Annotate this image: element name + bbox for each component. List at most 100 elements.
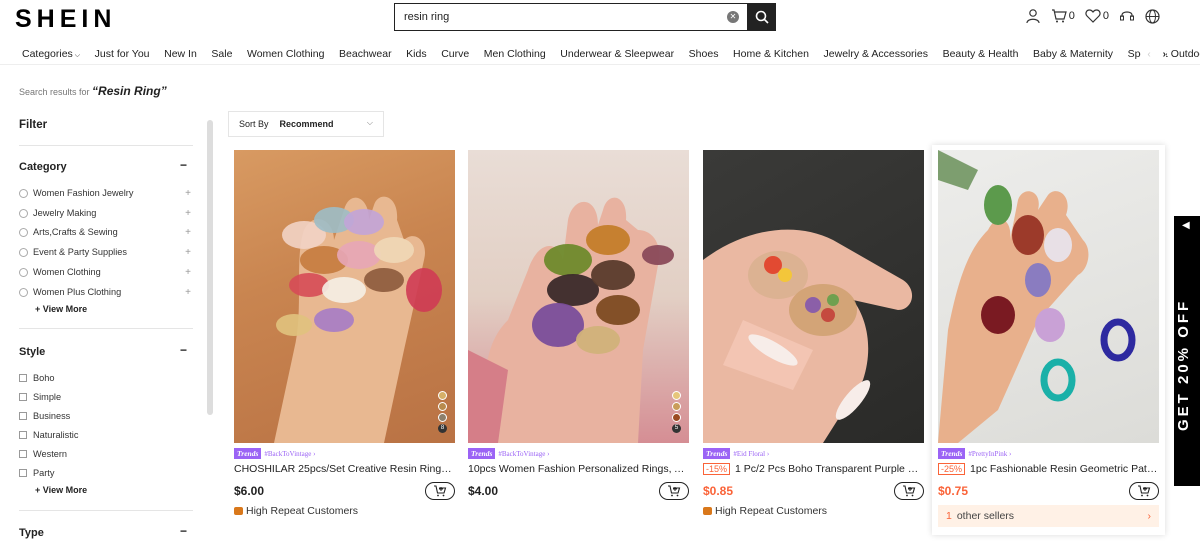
nav-next-icon[interactable]: › <box>1163 49 1166 60</box>
sidebar-scrollbar[interactable] <box>207 120 213 415</box>
swatch[interactable] <box>672 402 681 411</box>
style-filter-item[interactable]: Simple <box>19 390 191 404</box>
nav-item[interactable]: Jewelry & Accessories <box>824 48 928 60</box>
checkbox[interactable] <box>19 469 27 477</box>
product-image[interactable] <box>938 150 1159 443</box>
checkbox[interactable] <box>19 374 27 382</box>
nav-item[interactable]: Underwear & Sleepwear <box>560 48 674 60</box>
support-icon[interactable] <box>1119 9 1135 23</box>
radio-button[interactable] <box>19 208 28 218</box>
checkbox[interactable] <box>19 412 27 420</box>
style-collapse-icon[interactable]: − <box>180 343 187 357</box>
product-title[interactable]: 10pcs Women Fashion Personalized Rings, … <box>468 463 689 475</box>
radio-button[interactable] <box>19 267 28 277</box>
style-filter-item[interactable]: Naturalistic <box>19 428 191 442</box>
product-image[interactable]: 8 <box>234 150 455 443</box>
search-bar[interactable]: resin ring ✕ <box>394 3 776 31</box>
swatch[interactable] <box>672 413 681 422</box>
style-title[interactable]: Style <box>19 346 45 358</box>
color-swatches[interactable]: 5 <box>672 391 681 433</box>
trend-row[interactable]: Trends #Eid Floral › <box>703 447 924 460</box>
add-to-cart-button[interactable] <box>1129 482 1159 500</box>
nav-item[interactable]: New In <box>164 48 197 60</box>
swatch[interactable] <box>438 413 447 422</box>
trend-row[interactable]: Trends #BackToVintage › <box>234 447 455 460</box>
category-filter-item[interactable]: Arts,Crafts & Sewing + <box>19 225 191 239</box>
expand-plus-icon[interactable]: + <box>185 267 191 278</box>
product-card[interactable]: 8 Trends #BackToVintage › CHOSHILAR 25pc… <box>234 150 455 517</box>
category-filter-item[interactable]: Event & Party Supplies + <box>19 245 191 259</box>
nav-item[interactable]: Men Clothing <box>484 48 546 60</box>
type-title[interactable]: Type <box>19 527 44 539</box>
expand-plus-icon[interactable]: + <box>185 247 191 258</box>
style-filter-item[interactable]: Business <box>19 409 191 423</box>
search-input[interactable]: resin ring <box>395 11 727 23</box>
nav-item[interactable]: Home & Kitchen <box>733 48 809 60</box>
trend-row[interactable]: Trends #PrettyInPink › <box>938 447 1159 460</box>
trend-row[interactable]: Trends #BackToVintage › <box>468 447 689 460</box>
cart-icon[interactable]: 0 <box>1051 9 1075 23</box>
style-filter-item[interactable]: Boho <box>19 371 191 385</box>
expand-plus-icon[interactable]: + <box>185 208 191 219</box>
radio-button[interactable] <box>19 188 28 198</box>
expand-plus-icon[interactable]: + <box>185 227 191 238</box>
color-swatches[interactable]: 8 <box>438 391 447 433</box>
other-sellers-button[interactable]: 1 other sellers › <box>938 505 1159 527</box>
radio-button[interactable] <box>19 247 28 257</box>
category-filter-item[interactable]: Jewelry Making + <box>19 206 191 220</box>
shein-logo[interactable]: SHEIN <box>15 5 116 34</box>
trend-tag[interactable]: #BackToVintage › <box>498 450 549 458</box>
add-to-cart-button[interactable] <box>659 482 689 500</box>
product-title[interactable]: CHOSHILAR 25pcs/Set Creative Resin Rings… <box>234 463 455 475</box>
style-filter-item[interactable]: Party <box>19 466 191 480</box>
nav-item[interactable]: Women Clothing <box>247 48 324 60</box>
product-card[interactable]: 5 Trends #BackToVintage › 10pcs Women Fa… <box>468 150 689 500</box>
clear-search-icon[interactable]: ✕ <box>727 11 739 23</box>
expand-plus-icon[interactable]: + <box>185 287 191 298</box>
sort-dropdown[interactable]: Sort By Recommend ⌵ <box>228 111 384 137</box>
category-filter-item[interactable]: Women Clothing + <box>19 265 191 279</box>
product-image[interactable]: 5 <box>468 150 689 443</box>
product-image[interactable] <box>703 150 924 443</box>
checkbox[interactable] <box>19 450 27 458</box>
nav-item[interactable]: Curve <box>441 48 469 60</box>
account-icon[interactable] <box>1025 8 1041 24</box>
nav-item[interactable]: Kids <box>406 48 426 60</box>
nav-item[interactable]: Just for You <box>95 48 150 60</box>
type-collapse-icon[interactable]: − <box>180 524 187 538</box>
trend-tag[interactable]: #BackToVintage › <box>264 450 315 458</box>
product-card[interactable]: Trends #PrettyInPink › -25% 1pc Fashiona… <box>932 145 1165 535</box>
nav-item[interactable]: Baby & Maternity <box>1033 48 1113 60</box>
product-title[interactable]: -15% 1 Pc/2 Pcs Boho Transparent Purple … <box>703 463 924 475</box>
checkbox[interactable] <box>19 393 27 401</box>
style-filter-item[interactable]: Western <box>19 447 191 461</box>
swatch[interactable] <box>438 391 447 400</box>
product-card[interactable]: Trends #Eid Floral › -15% 1 Pc/2 Pcs Boh… <box>703 150 924 517</box>
add-to-cart-button[interactable] <box>894 482 924 500</box>
nav-categories[interactable]: Categories ⌵ <box>22 48 80 60</box>
trend-tag[interactable]: #Eid Floral › <box>733 450 769 458</box>
nav-item[interactable]: Beauty & Health <box>943 48 1019 60</box>
category-collapse-icon[interactable]: − <box>180 158 187 172</box>
trend-tag[interactable]: #PrettyInPink › <box>968 450 1011 458</box>
globe-icon[interactable] <box>1145 8 1160 24</box>
style-view-more[interactable]: + View More <box>35 485 87 495</box>
radio-button[interactable] <box>19 227 28 237</box>
category-filter-item[interactable]: Women Plus Clothing + <box>19 285 191 299</box>
swatch[interactable] <box>438 402 447 411</box>
product-title[interactable]: -25% 1pc Fashionable Resin Geometric Pat… <box>938 463 1159 475</box>
wishlist-icon[interactable]: 0 <box>1085 9 1109 23</box>
nav-prev-icon[interactable]: ‹ <box>1147 49 1150 60</box>
swatch[interactable] <box>672 391 681 400</box>
promo-side-tab[interactable]: ◀ GET 20% OFF <box>1174 216 1200 486</box>
collapse-arrow-icon[interactable]: ◀ <box>1182 220 1190 231</box>
nav-item[interactable]: Beachwear <box>339 48 392 60</box>
category-view-more[interactable]: + View More <box>35 304 87 314</box>
nav-item[interactable]: Shoes <box>689 48 719 60</box>
search-button[interactable] <box>747 3 776 31</box>
category-filter-item[interactable]: Women Fashion Jewelry + <box>19 186 191 200</box>
radio-button[interactable] <box>19 287 28 297</box>
nav-item[interactable]: Sale <box>211 48 232 60</box>
expand-plus-icon[interactable]: + <box>185 188 191 199</box>
add-to-cart-button[interactable] <box>425 482 455 500</box>
